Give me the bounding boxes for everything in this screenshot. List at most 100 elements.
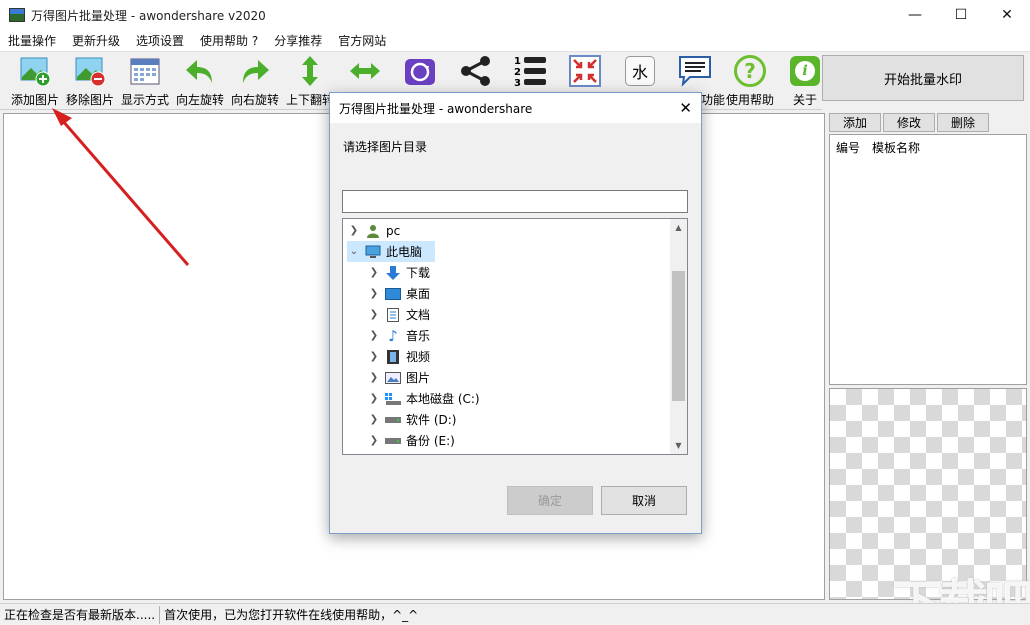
watermark-glyph: 水	[625, 56, 655, 86]
rotate-right-icon	[238, 54, 272, 88]
menu-batch[interactable]: 批量操作	[0, 32, 64, 49]
display-mode-label: 显示方式	[120, 93, 169, 107]
picture-icon	[385, 371, 401, 385]
rotate-left-button[interactable]: 向左旋转	[172, 54, 228, 110]
tree-item-drive-e[interactable]: ❯ 备份 (E:)	[367, 430, 667, 451]
help-glyph: ?	[734, 55, 766, 87]
svg-text:1: 1	[514, 56, 521, 67]
chevron-down-icon[interactable]: ⌄	[347, 246, 361, 257]
tree-item-label: 软件 (D:)	[406, 413, 457, 427]
tree-item-videos[interactable]: ❯ 视频	[367, 346, 667, 367]
title-bar: 万得图片批量处理 - awondershare v2020 — ☐ ✕	[0, 0, 1030, 30]
tree-scrollbar[interactable]: ▲ ▼	[670, 219, 687, 454]
chevron-right-icon[interactable]: ❯	[367, 288, 381, 299]
tree-item-pc[interactable]: ❯ pc	[347, 220, 667, 241]
tree-item-drive-c[interactable]: ❯ 本地磁盘 (C:)	[367, 388, 667, 409]
chevron-right-icon[interactable]: ❯	[367, 414, 381, 425]
resize-icon	[568, 54, 602, 88]
maximize-button[interactable]: ☐	[938, 0, 984, 30]
system-drive-icon	[385, 392, 401, 406]
camera-rotate-icon	[403, 54, 437, 88]
chevron-right-icon[interactable]: ❯	[367, 435, 381, 446]
help-button[interactable]: ? 使用帮助	[722, 54, 778, 110]
template-edit-button[interactable]: 修改	[883, 113, 935, 132]
flip-vertical-icon	[293, 54, 327, 88]
display-mode-button[interactable]: 显示方式	[117, 54, 173, 110]
drive-icon	[385, 413, 401, 427]
menu-update[interactable]: 更新升级	[64, 32, 128, 49]
folder-tree[interactable]: ❯ pc ⌄ 此电脑 ❯ 下载 ❯ 桌面 ❯ 文档 ❯ ♪ 音乐 ❯ 视频 ❯ …	[342, 218, 688, 455]
start-batch-watermark-button[interactable]: 开始批量水印	[822, 55, 1024, 101]
tree-item-label: 文档	[406, 308, 431, 322]
add-image-label: 添加图片	[10, 93, 59, 107]
add-image-icon	[18, 54, 52, 88]
chevron-right-icon[interactable]: ❯	[367, 309, 381, 320]
column-template-name[interactable]: 模板名称	[872, 139, 920, 156]
folder-path-input[interactable]	[342, 190, 688, 213]
scroll-thumb[interactable]	[672, 271, 685, 401]
drive-icon	[385, 434, 401, 448]
add-image-button[interactable]: 添加图片	[7, 54, 63, 110]
chevron-right-icon[interactable]: ❯	[367, 372, 381, 383]
window-controls: — ☐ ✕	[892, 0, 1030, 30]
tree-item-label: 此电脑	[386, 245, 423, 259]
minimize-button[interactable]: —	[892, 0, 938, 30]
status-bar: 正在检查是否有最新版本..... 首次使用，已为您打开软件在线使用帮助，^_^	[0, 603, 1030, 625]
template-list[interactable]: 编号 模板名称	[829, 134, 1027, 385]
menu-share[interactable]: 分享推荐	[266, 32, 330, 49]
template-add-button[interactable]: 添加	[829, 113, 881, 132]
tree-item-label: 视频	[406, 350, 431, 364]
remove-image-button[interactable]: 移除图片	[62, 54, 118, 110]
close-button[interactable]: ✕	[984, 0, 1030, 30]
rotate-right-button[interactable]: 向右旋转	[227, 54, 283, 110]
chevron-right-icon[interactable]: ❯	[367, 351, 381, 362]
chevron-right-icon[interactable]: ❯	[367, 393, 381, 404]
tree-item-label: 本地磁盘 (C:)	[406, 392, 480, 406]
template-buttons: 添加 修改 删除	[829, 113, 991, 132]
cancel-button[interactable]: 取消	[601, 486, 687, 515]
remove-image-label: 移除图片	[65, 93, 114, 107]
info-icon: i	[788, 54, 822, 88]
tree-item-drive-d[interactable]: ❯ 软件 (D:)	[367, 409, 667, 430]
menu-website[interactable]: 官方网站	[330, 32, 394, 49]
chevron-right-icon[interactable]: ❯	[347, 225, 361, 236]
tree-item-desktop[interactable]: ❯ 桌面	[367, 283, 667, 304]
chevron-right-icon[interactable]: ❯	[367, 267, 381, 278]
window-title: 万得图片批量处理 - awondershare v2020	[31, 8, 266, 23]
tree-item-pictures[interactable]: ❯ 图片	[367, 367, 667, 388]
scroll-down-icon[interactable]: ▼	[670, 437, 687, 454]
tree-item-label: 桌面	[406, 287, 431, 301]
template-delete-button[interactable]: 删除	[937, 113, 989, 132]
menu-help[interactable]: 使用帮助 ?	[192, 32, 266, 49]
status-update-check: 正在检查是否有最新版本.....	[0, 605, 161, 624]
dialog-prompt: 请选择图片目录	[343, 140, 428, 154]
menu-bar: 批量操作 更新升级 选项设置 使用帮助 ? 分享推荐 官方网站	[0, 30, 1030, 52]
chevron-right-icon[interactable]: ❯	[367, 330, 381, 341]
menu-options[interactable]: 选项设置	[128, 32, 192, 49]
flip-vertical-label: 上下翻转	[285, 93, 334, 107]
tree-item-music[interactable]: ❯ ♪ 音乐	[367, 325, 667, 346]
rotate-left-label: 向左旋转	[175, 93, 224, 107]
scroll-up-icon[interactable]: ▲	[670, 219, 687, 236]
ok-button[interactable]: 确定	[507, 486, 593, 515]
app-icon	[9, 8, 25, 22]
template-list-header: 编号 模板名称	[830, 135, 1026, 160]
tree-item-documents[interactable]: ❯ 文档	[367, 304, 667, 325]
watermark-icon: 水	[623, 54, 657, 88]
tree-item-downloads[interactable]: ❯ 下载	[367, 262, 667, 283]
info-glyph: i	[795, 61, 815, 81]
remove-image-icon	[73, 54, 107, 88]
dialog-close-button[interactable]: ✕	[679, 99, 692, 117]
tree-item-this-pc[interactable]: ⌄ 此电脑	[347, 241, 435, 262]
rotate-left-icon	[183, 54, 217, 88]
dialog-title: 万得图片批量处理 - awondershare	[339, 101, 533, 116]
display-mode-icon	[128, 54, 162, 88]
svg-text:2: 2	[514, 67, 521, 78]
tree-item-label: 音乐	[406, 329, 431, 343]
music-icon: ♪	[388, 326, 398, 345]
status-first-use: 首次使用，已为您打开软件在线使用帮助，^_^	[164, 608, 419, 622]
column-number[interactable]: 编号	[836, 139, 860, 156]
numbered-list-icon: 123	[513, 54, 547, 88]
flip-horizontal-icon	[348, 54, 382, 88]
computer-icon	[365, 245, 381, 259]
